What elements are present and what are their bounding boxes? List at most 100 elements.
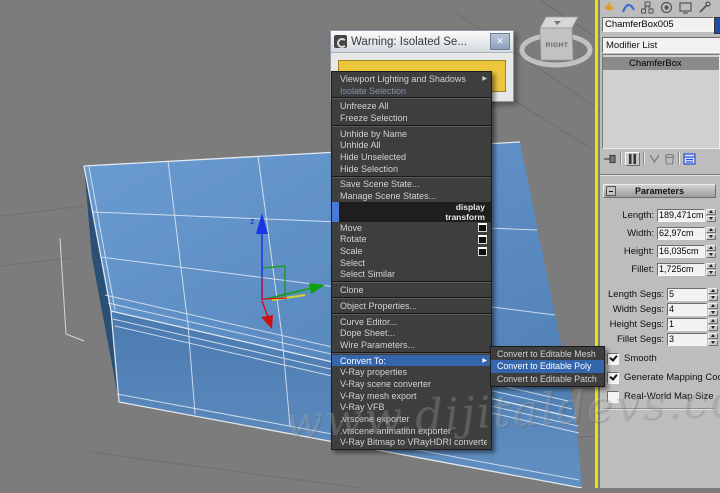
- submenu-item-editable-patch[interactable]: Convert to Editable Patch: [491, 373, 604, 385]
- menu-item-vray-properties[interactable]: V-Ray properties: [332, 366, 491, 378]
- active-viewport-border: [595, 0, 598, 488]
- menu-item-unfreeze-all[interactable]: Unfreeze All: [332, 100, 491, 112]
- viewcube[interactable]: RIGHT: [519, 16, 593, 68]
- display-tab-icon[interactable]: [678, 1, 693, 14]
- object-color-swatch[interactable]: [714, 17, 720, 34]
- length-segs-spinner[interactable]: [708, 287, 718, 301]
- fillet-field[interactable]: [657, 262, 705, 276]
- fillet-segs-spinner[interactable]: [708, 332, 718, 346]
- modifier-stack-list[interactable]: ChamferBox: [602, 54, 720, 149]
- menu-item-isolate-selection[interactable]: Isolate Selection: [332, 85, 491, 97]
- menu-item-vrscene-exporter[interactable]: .vrscene exporter: [332, 413, 491, 425]
- menu-item-rotate[interactable]: Rotate: [332, 234, 491, 246]
- height-segs-spinner[interactable]: [708, 317, 718, 331]
- create-tab-icon[interactable]: [602, 1, 617, 14]
- object-name-field[interactable]: [602, 17, 714, 32]
- panel-divider[interactable]: [600, 174, 720, 176]
- menu-item-dope-sheet[interactable]: Dope Sheet...: [332, 327, 491, 339]
- real-world-map-size-checkbox[interactable]: Real-World Map Size: [607, 390, 714, 403]
- stack-item-chamferbox[interactable]: ChamferBox: [603, 57, 719, 70]
- height-segs-label: Height Segs:: [609, 318, 664, 330]
- settings-dialog-icon[interactable]: [478, 234, 487, 244]
- submenu-arrow-icon: ▶: [482, 357, 487, 364]
- checkbox-box[interactable]: [607, 352, 619, 365]
- menu-item-save-scene-state[interactable]: Save Scene State...: [332, 179, 491, 191]
- menu-item-convert-to[interactable]: Convert To: ▶: [332, 354, 491, 367]
- menu-item-wire-parameters[interactable]: Wire Parameters...: [332, 339, 491, 351]
- length-segs-field[interactable]: [667, 287, 707, 301]
- menu-item-scale[interactable]: Scale: [332, 245, 491, 257]
- remove-modifier-icon[interactable]: [664, 153, 675, 165]
- configure-modifier-sets-icon[interactable]: [683, 152, 696, 165]
- object-name-row: [602, 17, 720, 34]
- pin-stack-icon[interactable]: [604, 153, 617, 165]
- generate-mapping-coords-checkbox[interactable]: Generate Mapping Coords.: [607, 371, 720, 384]
- viewcube-face-label[interactable]: RIGHT: [546, 42, 569, 49]
- menu-item-vray-scene-converter[interactable]: V-Ray scene converter: [332, 378, 491, 390]
- height-segs-field[interactable]: [667, 317, 707, 331]
- menu-item-clone[interactable]: Clone: [332, 284, 491, 296]
- length-label: Length:: [622, 209, 654, 221]
- length-field[interactable]: [657, 208, 705, 222]
- settings-dialog-icon[interactable]: [478, 223, 487, 233]
- length-segs-label: Length Segs:: [608, 288, 664, 300]
- submenu-item-editable-mesh[interactable]: Convert to Editable Mesh: [491, 348, 604, 360]
- menu-item-vray-mesh-export[interactable]: V-Ray mesh export: [332, 390, 491, 402]
- width-segs-row: Width Segs:: [600, 302, 720, 316]
- motion-tab-icon[interactable]: [659, 1, 674, 14]
- menu-item-select-similar[interactable]: Select Similar: [332, 269, 491, 281]
- modifier-list-dropdown[interactable]: Modifier List: [602, 37, 720, 53]
- convert-to-submenu: Convert to Editable Mesh Convert to Edit…: [490, 346, 605, 387]
- real-world-map-size-label: Real-World Map Size: [624, 391, 714, 402]
- width-row: Width:: [600, 226, 720, 240]
- dialog-titlebar[interactable]: Warning: Isolated Se... ✕: [331, 31, 513, 53]
- fillet-segs-row: Fillet Segs:: [600, 332, 720, 346]
- menu-item-viewport-lighting[interactable]: Viewport Lighting and Shadows ▶: [332, 73, 491, 85]
- length-spinner[interactable]: [706, 208, 716, 222]
- menu-separator: [332, 175, 491, 178]
- width-field[interactable]: [657, 226, 705, 240]
- fillet-segs-field[interactable]: [667, 332, 707, 346]
- 3dsmax-app-icon: [334, 35, 347, 48]
- command-panel: Modifier List ChamferBox: [600, 0, 720, 488]
- quad-header-transform: transform: [332, 211, 491, 222]
- length-segs-row: Length Segs:: [600, 287, 720, 301]
- menu-item-unhide-by-name[interactable]: Unhide by Name: [332, 128, 491, 140]
- menu-item-object-properties[interactable]: Object Properties...: [332, 300, 491, 312]
- settings-dialog-icon[interactable]: [478, 246, 487, 256]
- modify-tab-icon[interactable]: [621, 1, 636, 14]
- width-spinner[interactable]: [706, 226, 716, 240]
- height-field[interactable]: [657, 244, 705, 258]
- menu-separator: [332, 297, 491, 299]
- menu-item-vrscene-animation-exporter[interactable]: .vrscene animation exporter: [332, 425, 491, 437]
- checkbox-box[interactable]: [607, 390, 619, 403]
- menu-item-manage-scene-states[interactable]: Manage Scene States...: [332, 190, 491, 202]
- width-segs-field[interactable]: [667, 302, 707, 316]
- fillet-spinner[interactable]: [706, 262, 716, 276]
- menu-item-hide-selection[interactable]: Hide Selection: [332, 163, 491, 175]
- menu-item-freeze-selection[interactable]: Freeze Selection: [332, 112, 491, 124]
- menu-item-unhide-all[interactable]: Unhide All: [332, 139, 491, 151]
- width-segs-spinner[interactable]: [708, 302, 718, 316]
- checkbox-box[interactable]: [607, 371, 619, 384]
- menu-item-select[interactable]: Select: [332, 257, 491, 269]
- parameters-rollout-header[interactable]: Parameters: [603, 184, 716, 198]
- collapse-rollout-icon[interactable]: [606, 186, 616, 196]
- menu-item-curve-editor[interactable]: Curve Editor...: [332, 316, 491, 328]
- menu-item-vray-bitmap-converter[interactable]: V-Ray Bitmap to VRayHDRI converter: [332, 437, 491, 449]
- show-end-result-icon[interactable]: [625, 151, 640, 166]
- menu-item-hide-unselected[interactable]: Hide Unselected: [332, 151, 491, 163]
- hierarchy-tab-icon[interactable]: [640, 1, 655, 14]
- fillet-label: Fillet:: [631, 263, 654, 275]
- make-unique-icon[interactable]: [648, 153, 661, 165]
- height-spinner[interactable]: [706, 244, 716, 258]
- menu-item-vray-vfb[interactable]: V-Ray VFB: [332, 402, 491, 414]
- submenu-item-editable-poly[interactable]: Convert to Editable Poly: [491, 360, 604, 373]
- close-icon[interactable]: ✕: [490, 33, 510, 50]
- selection-bracket: [59, 237, 85, 342]
- smooth-checkbox[interactable]: Smooth: [607, 352, 657, 365]
- toolbar-separator: [643, 152, 645, 165]
- menu-separator: [332, 97, 491, 100]
- utilities-tab-icon[interactable]: [697, 1, 712, 14]
- menu-item-move[interactable]: Move: [332, 222, 491, 234]
